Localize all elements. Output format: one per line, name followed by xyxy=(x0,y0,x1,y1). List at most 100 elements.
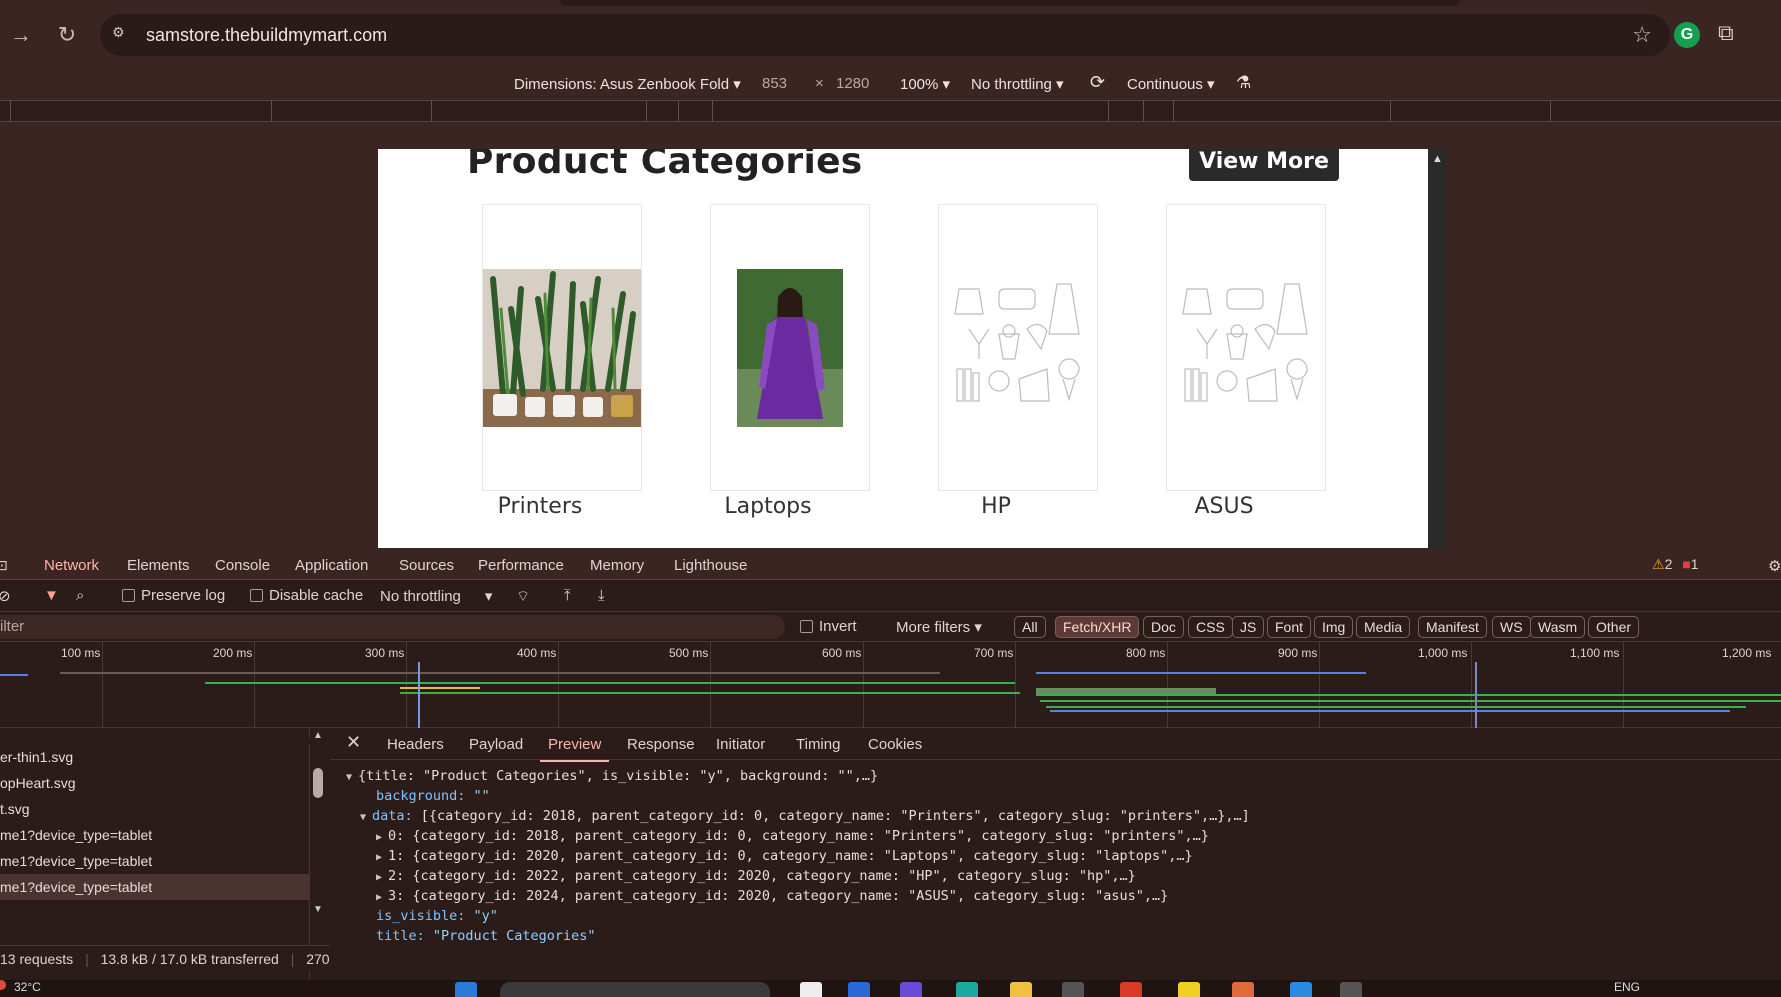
tab-performance[interactable]: Performance xyxy=(478,557,564,574)
chip-manifest[interactable]: Manifest xyxy=(1418,616,1487,638)
list-item[interactable]: er-thin1.svg xyxy=(0,744,310,770)
category-label[interactable]: Laptops xyxy=(688,494,848,519)
device-toggle-icon[interactable]: ⊡ xyxy=(0,557,8,574)
teams-icon[interactable] xyxy=(900,982,922,997)
category-label[interactable]: Printers xyxy=(460,494,620,519)
vscode-icon[interactable] xyxy=(1290,982,1312,997)
page-scrollbar[interactable]: ▲ xyxy=(1428,149,1446,548)
app-icon[interactable] xyxy=(1062,982,1084,997)
zoom-select[interactable]: 100% ▾ xyxy=(900,75,950,93)
chip-media[interactable]: Media xyxy=(1356,616,1411,638)
tab-application[interactable]: Application xyxy=(295,557,368,574)
site-settings-icon[interactable]: ⚙ xyxy=(112,24,134,46)
taskbar-search[interactable] xyxy=(500,982,770,997)
tab-network[interactable]: Network xyxy=(37,557,106,582)
tab-headers[interactable]: Headers xyxy=(387,736,444,753)
filter-input[interactable]: ilter xyxy=(0,615,785,639)
settings-gear-icon[interactable]: ⚙ xyxy=(1768,557,1781,575)
edge-icon[interactable] xyxy=(848,982,870,997)
tab-memory[interactable]: Memory xyxy=(590,557,644,574)
list-item[interactable]: me1?device_type=tablet xyxy=(0,848,310,874)
preserve-log-checkbox[interactable]: Preserve log xyxy=(122,587,225,604)
language-indicator[interactable]: ENG xyxy=(1614,980,1640,994)
chip-wasm[interactable]: Wasm xyxy=(1530,616,1586,638)
network-throttling-select[interactable]: No throttling ▾ xyxy=(380,587,492,605)
file-explorer-icon[interactable] xyxy=(1010,982,1032,997)
media-query-ruler[interactable] xyxy=(0,100,1781,123)
request-list-scrollbar[interactable]: ▲ ▼ xyxy=(310,728,328,918)
rotate-icon[interactable]: ⟳ xyxy=(1090,72,1105,93)
export-har-icon[interactable]: ⤓ xyxy=(598,587,605,604)
weather-icon[interactable] xyxy=(0,980,6,990)
category-card-asus[interactable] xyxy=(1166,204,1326,491)
address-bar[interactable]: ⚙ samstore.thebuildmymart.com ☆ xyxy=(100,14,1670,56)
view-more-button[interactable]: View More xyxy=(1189,149,1339,181)
dimensions-select[interactable]: Dimensions: Asus Zenbook Fold ▾ xyxy=(514,75,741,93)
chip-other[interactable]: Other xyxy=(1588,616,1640,638)
grammarly-extension-icon[interactable]: G xyxy=(1674,22,1700,48)
json-item[interactable]: ▶ 1: {category_id: 2020, parent_category_… xyxy=(376,848,1193,864)
disable-cache-checkbox[interactable]: Disable cache xyxy=(250,587,363,604)
tab-lighthouse[interactable]: Lighthouse xyxy=(674,557,747,574)
store-icon[interactable] xyxy=(956,982,978,997)
tab-preview[interactable]: Preview xyxy=(539,736,610,762)
tab-elements[interactable]: Elements xyxy=(127,557,190,574)
chip-font[interactable]: Font xyxy=(1267,616,1312,638)
mode-select[interactable]: Continuous ▾ xyxy=(1127,75,1215,93)
category-card-laptops[interactable] xyxy=(710,204,870,491)
chip-img[interactable]: Img xyxy=(1314,616,1354,638)
category-card-printers[interactable] xyxy=(482,204,642,491)
scroll-up-arrow-icon[interactable]: ▲ xyxy=(1432,153,1443,165)
chip-css[interactable]: CSS xyxy=(1188,616,1233,638)
tab-cookies[interactable]: Cookies xyxy=(868,736,922,753)
reload-icon[interactable]: ↻ xyxy=(52,20,82,50)
scroll-up-arrow-icon[interactable]: ▲ xyxy=(313,730,323,741)
json-item[interactable]: ▶ 0: {category_id: 2018, parent_category_… xyxy=(376,828,1209,844)
search-icon[interactable]: ⌕ xyxy=(76,587,84,604)
json-item[interactable]: ▶ 3: {category_id: 2024, parent_category_… xyxy=(376,888,1168,904)
import-har-icon[interactable]: ⤒ xyxy=(564,587,571,604)
height-input[interactable]: 1280 xyxy=(836,75,869,92)
list-item[interactable]: t.svg xyxy=(0,796,310,822)
tab-timing[interactable]: Timing xyxy=(796,736,840,753)
notes-icon[interactable] xyxy=(1178,982,1200,997)
tab-console[interactable]: Console xyxy=(215,557,270,574)
chip-fetch-xhr[interactable]: Fetch/XHR xyxy=(1055,616,1140,638)
chrome-icon[interactable] xyxy=(1120,982,1142,997)
width-input[interactable]: 853 xyxy=(762,75,787,92)
task-view-icon[interactable] xyxy=(800,982,822,997)
scroll-down-arrow-icon[interactable]: ▼ xyxy=(313,904,323,915)
windows-start-icon[interactable] xyxy=(455,982,477,997)
list-item[interactable]: opHeart.svg xyxy=(0,770,310,796)
tab-payload[interactable]: Payload xyxy=(469,736,523,753)
sensors-flask-icon[interactable]: ⚗ xyxy=(1236,73,1251,93)
tab-sources[interactable]: Sources xyxy=(399,557,454,574)
network-overview-timeline[interactable]: 100 ms 200 ms 300 ms 400 ms 500 ms 600 m… xyxy=(0,642,1781,728)
tab-initiator[interactable]: Initiator xyxy=(716,736,765,753)
list-item[interactable]: me1?device_type=tablet xyxy=(0,822,310,848)
issues-counter[interactable]: ⚠2 ■1 xyxy=(1652,556,1699,573)
chip-ws[interactable]: WS xyxy=(1492,616,1531,638)
chip-js[interactable]: JS xyxy=(1232,616,1265,638)
list-item-selected[interactable]: me1?device_type=tablet xyxy=(0,874,310,900)
bookmark-star-icon[interactable]: ☆ xyxy=(1632,22,1652,48)
scroll-thumb[interactable] xyxy=(313,768,323,798)
json-root[interactable]: ▼ {title: "Product Categories", is_visibl… xyxy=(346,768,878,784)
network-conditions-icon[interactable]: ⌔ xyxy=(516,587,530,606)
forward-arrow-icon[interactable]: → xyxy=(6,20,36,50)
category-label[interactable]: HP xyxy=(916,494,1076,519)
category-label[interactable]: ASUS xyxy=(1144,494,1304,519)
more-filters-select[interactable]: More filters ▾ xyxy=(896,618,982,636)
invert-checkbox[interactable]: Invert xyxy=(800,618,857,635)
clear-icon[interactable]: ⊘ xyxy=(0,587,11,605)
tab-response[interactable]: Response xyxy=(627,736,695,753)
category-card-hp[interactable] xyxy=(938,204,1098,491)
temperature[interactable]: 32°C xyxy=(14,980,41,994)
throttling-select[interactable]: No throttling ▾ xyxy=(971,75,1064,93)
app-icon[interactable] xyxy=(1340,982,1362,997)
url-text[interactable]: samstore.thebuildmymart.com xyxy=(146,25,387,46)
app-icon[interactable] xyxy=(1232,982,1254,997)
chip-all[interactable]: All xyxy=(1014,616,1046,638)
close-icon[interactable]: ✕ xyxy=(346,732,361,753)
json-data[interactable]: ▼ data: [{category_id: 2018, parent_categ… xyxy=(360,808,1250,824)
